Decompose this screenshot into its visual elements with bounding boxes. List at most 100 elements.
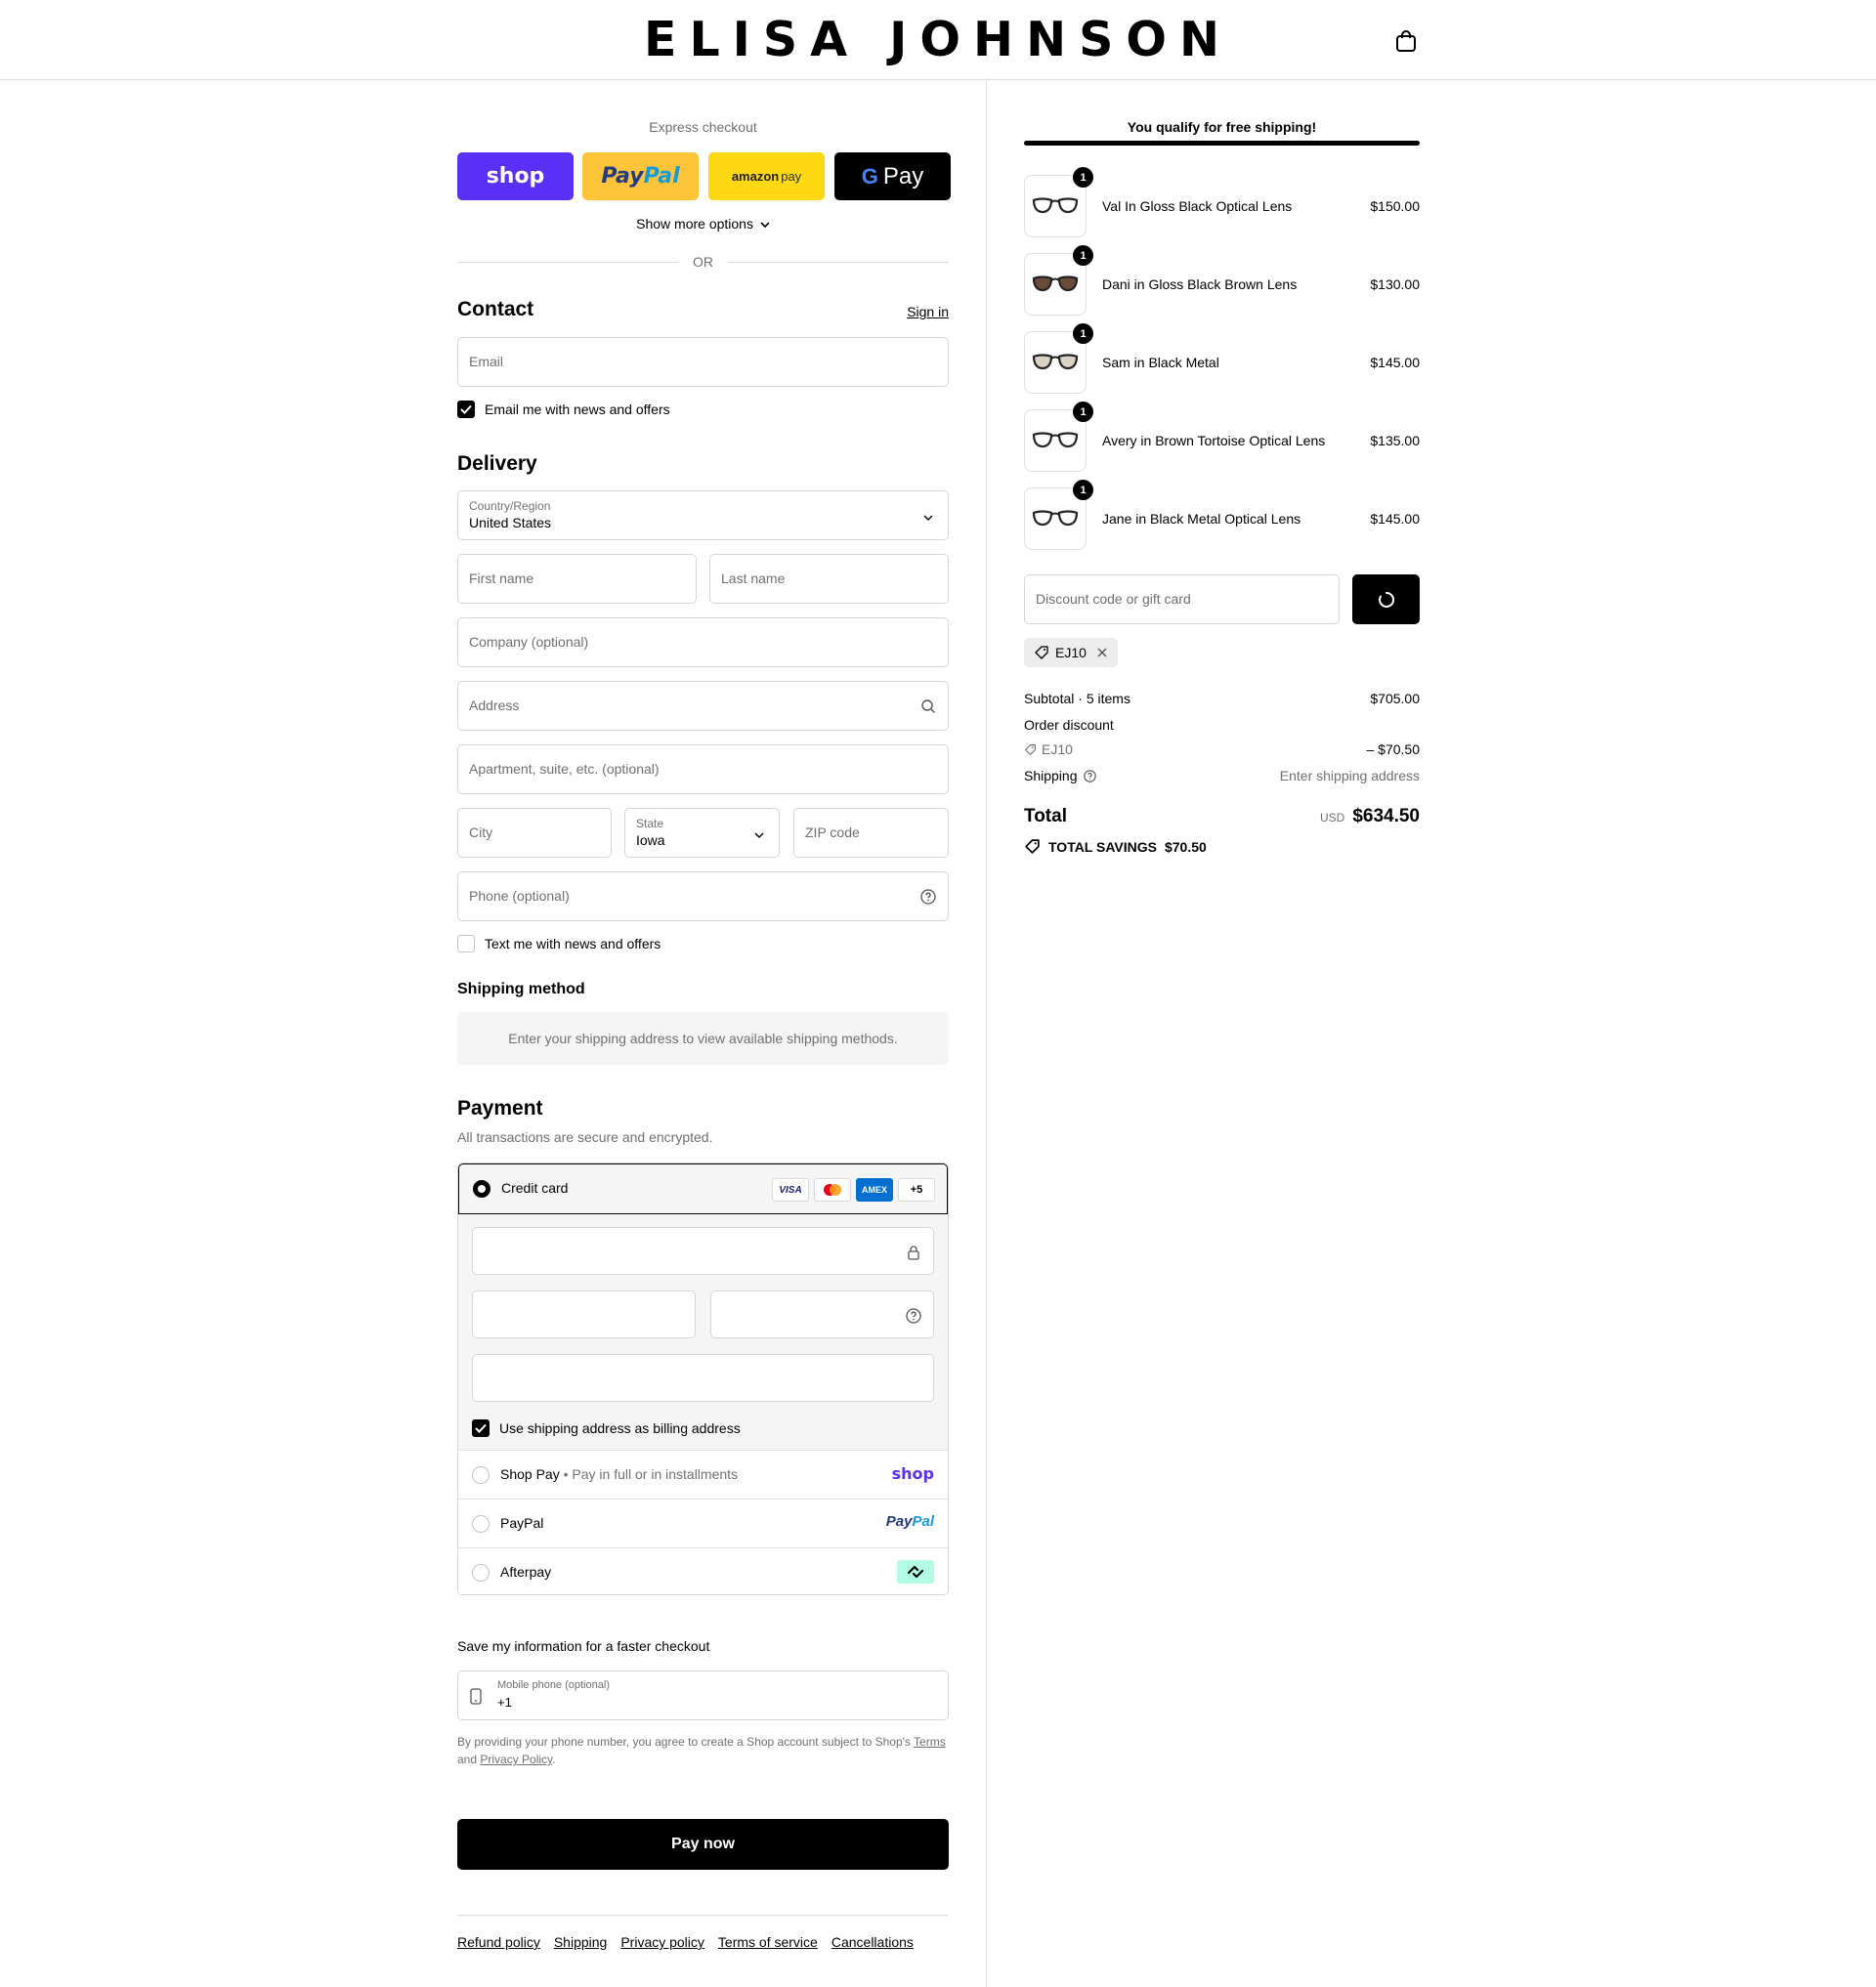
email-news-checkbox[interactable]	[457, 401, 475, 418]
product-price: $145.00	[1370, 355, 1420, 370]
subtotal-value: $705.00	[1370, 691, 1420, 706]
text-news-label: Text me with news and offers	[485, 936, 661, 951]
cart-item: 1 Jane in Black Metal Optical Lens $145.00	[1024, 480, 1420, 550]
credit-card-form: Use shipping address as billing address	[458, 1214, 948, 1450]
credit-card-radio[interactable]	[473, 1180, 490, 1198]
shipping-value: Enter shipping address	[1279, 768, 1420, 783]
apartment-field[interactable]: Apartment, suite, etc. (optional)	[457, 744, 949, 794]
footer-divider	[457, 1915, 949, 1916]
billing-address-checkbox-row[interactable]: Use shipping address as billing address	[472, 1419, 741, 1437]
search-icon	[921, 699, 935, 713]
visa-icon: VISA	[772, 1178, 809, 1202]
billing-address-label: Use shipping address as billing address	[499, 1420, 741, 1436]
first-name-field[interactable]: First name	[457, 554, 697, 604]
help-circle-icon[interactable]	[1084, 770, 1097, 782]
credit-card-label: Credit card	[501, 1180, 569, 1196]
email-news-checkbox-row[interactable]: Email me with news and offers	[457, 401, 670, 418]
check-icon	[475, 1423, 487, 1433]
afterpay-option[interactable]: Afterpay	[458, 1547, 948, 1594]
country-select[interactable]: Country/Region United States	[457, 490, 949, 540]
paypal-logo: PayPal	[885, 1513, 934, 1530]
show-more-options-button[interactable]: Show more options	[457, 216, 949, 232]
paypal-button[interactable]: Pay Pal	[582, 152, 699, 200]
state-select[interactable]: State Iowa	[624, 808, 780, 858]
discount-code-field[interactable]: Discount code or gift card	[1024, 574, 1340, 624]
product-name: Dani in Gloss Black Brown Lens	[1102, 276, 1298, 292]
applied-discount-code: EJ10	[1055, 645, 1087, 660]
address-field[interactable]: Address	[457, 681, 949, 731]
shopping-bag-icon[interactable]	[1395, 29, 1417, 53]
help-circle-icon[interactable]	[920, 889, 936, 905]
product-name: Val In Gloss Black Optical Lens	[1102, 198, 1293, 214]
paypal-option[interactable]: PayPal PayPal	[458, 1499, 948, 1547]
close-icon[interactable]	[1096, 647, 1108, 658]
terms-link[interactable]: Terms	[914, 1735, 946, 1749]
text-news-checkbox[interactable]	[457, 935, 475, 952]
company-field[interactable]: Company (optional)	[457, 617, 949, 667]
email-field[interactable]: Email	[457, 337, 949, 387]
mobile-phone-field[interactable]: Mobile phone (optional) +1	[457, 1670, 949, 1720]
divider	[728, 262, 949, 263]
eyeglasses-icon	[1032, 197, 1079, 214]
security-code-field[interactable]	[710, 1290, 934, 1338]
shop-pay-option[interactable]: Shop Pay • Pay in full or in installment…	[458, 1450, 948, 1499]
check-icon	[460, 404, 472, 414]
expiration-date-field[interactable]	[472, 1290, 696, 1338]
free-shipping-message: You qualify for free shipping!	[1127, 119, 1317, 135]
credit-card-option[interactable]: Credit card VISA AMEX +5	[458, 1163, 948, 1214]
card-number-field[interactable]	[472, 1227, 934, 1275]
pay-now-button[interactable]: Pay now	[457, 1819, 949, 1870]
city-field[interactable]: City	[457, 808, 612, 858]
eyeglasses-icon	[1032, 510, 1079, 527]
apply-discount-button[interactable]	[1352, 574, 1420, 624]
terms-of-service-link[interactable]: Terms of service	[718, 1934, 818, 1950]
subtotal-row: Subtotal · 5 items $705.00	[1024, 691, 1420, 706]
amex-icon: AMEX	[856, 1178, 893, 1202]
eyeglasses-icon	[1032, 354, 1079, 370]
privacy-policy-link[interactable]: Privacy Policy	[480, 1753, 552, 1766]
amazon-pay-button[interactable]: amazon pay	[708, 152, 825, 200]
product-name: Sam in Black Metal	[1102, 355, 1219, 370]
shipping-row: Shipping Enter shipping address	[1024, 768, 1420, 783]
sign-in-link[interactable]: Sign in	[907, 304, 949, 319]
product-price: $135.00	[1370, 433, 1420, 448]
header: ELISA JOHNSON	[0, 0, 1876, 80]
loading-spinner-icon	[1378, 591, 1394, 608]
afterpay-label: Afterpay	[500, 1564, 552, 1580]
lock-icon	[908, 1246, 919, 1260]
last-name-field[interactable]: Last name	[709, 554, 949, 604]
cart-item: 1 Sam in Black Metal $145.00	[1024, 323, 1420, 394]
billing-address-checkbox[interactable]	[472, 1419, 490, 1437]
text-news-checkbox-row[interactable]: Text me with news and offers	[457, 935, 661, 952]
help-circle-icon[interactable]	[906, 1308, 921, 1324]
refund-policy-link[interactable]: Refund policy	[457, 1934, 540, 1950]
cart-item: 1 Dani in Gloss Black Brown Lens $130.00	[1024, 245, 1420, 316]
eyeglasses-icon	[1032, 275, 1079, 292]
tag-icon	[1025, 743, 1036, 755]
name-on-card-field[interactable]	[472, 1354, 934, 1402]
contact-heading: Contact	[457, 298, 534, 320]
shipping-method-message: Enter your shipping address to view avai…	[457, 1012, 949, 1065]
cancellations-link[interactable]: Cancellations	[831, 1934, 914, 1950]
payment-methods: Credit card VISA AMEX +5 Use shipping ad…	[457, 1163, 949, 1595]
phone-field[interactable]: Phone (optional)	[457, 871, 949, 921]
mobile-phone-value: +1	[497, 1695, 512, 1710]
tag-icon	[1035, 646, 1048, 659]
subtotal-label: Subtotal · 5 items	[1024, 691, 1130, 706]
shipping-link[interactable]: Shipping	[554, 1934, 608, 1950]
product-name: Avery in Brown Tortoise Optical Lens	[1102, 433, 1326, 448]
total-savings-value: $70.50	[1164, 838, 1207, 855]
afterpay-radio[interactable]	[472, 1564, 490, 1582]
product-name: Jane in Black Metal Optical Lens	[1102, 511, 1301, 527]
paypal-radio[interactable]	[472, 1515, 490, 1533]
tag-icon	[1025, 839, 1040, 854]
delivery-heading: Delivery	[457, 452, 537, 475]
zip-code-field[interactable]: ZIP code	[793, 808, 949, 858]
privacy-policy-link[interactable]: Privacy policy	[620, 1934, 704, 1950]
quantity-badge: 1	[1073, 167, 1093, 188]
mastercard-icon	[814, 1178, 851, 1202]
google-pay-button[interactable]: G Pay	[834, 152, 951, 200]
shop-pay-radio[interactable]	[472, 1466, 490, 1484]
brand-logo[interactable]: ELISA JOHNSON	[0, 12, 1876, 67]
shop-pay-button[interactable]: shop	[457, 152, 574, 200]
